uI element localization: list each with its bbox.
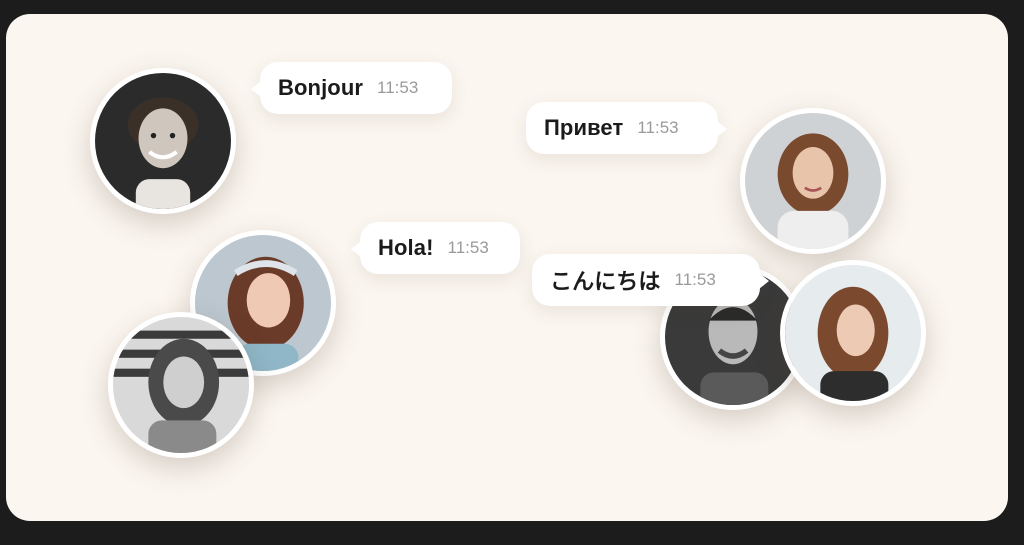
- chat-card: Bonjour 11:53 Привет 11:53 Hola! 11:53 こ…: [6, 14, 1008, 521]
- bubble-tail: [251, 81, 261, 97]
- user-photo-icon: [95, 73, 231, 209]
- message-bubble-bonjour[interactable]: Bonjour 11:53: [251, 62, 452, 114]
- avatar-privet-sender[interactable]: [740, 108, 886, 254]
- avatar-group-member[interactable]: [108, 312, 254, 458]
- message-text: Hola!: [378, 235, 434, 260]
- message-time: 11:53: [377, 78, 419, 97]
- message-bubble-hola[interactable]: Hola! 11:53: [351, 222, 520, 274]
- message-text: こんにちは: [550, 269, 661, 294]
- user-photo-icon: [785, 265, 921, 401]
- bubble-tail: [717, 121, 727, 137]
- user-photo-icon: [113, 317, 249, 453]
- message-time: 11:53: [674, 270, 716, 289]
- message-bubble-privet[interactable]: Привет 11:53: [526, 102, 727, 154]
- bubble-tail: [759, 273, 769, 289]
- message-text: Bonjour: [278, 75, 364, 100]
- message-bubble-konnichiwa[interactable]: こんにちは 11:53: [532, 254, 769, 306]
- bubble-tail: [351, 241, 361, 257]
- message-text: Привет: [544, 115, 624, 140]
- user-photo-icon: [745, 113, 881, 249]
- message-time: 11:53: [447, 238, 489, 257]
- avatar-group-member[interactable]: [780, 260, 926, 406]
- avatar-bonjour-sender[interactable]: [90, 68, 236, 214]
- message-time: 11:53: [637, 118, 679, 137]
